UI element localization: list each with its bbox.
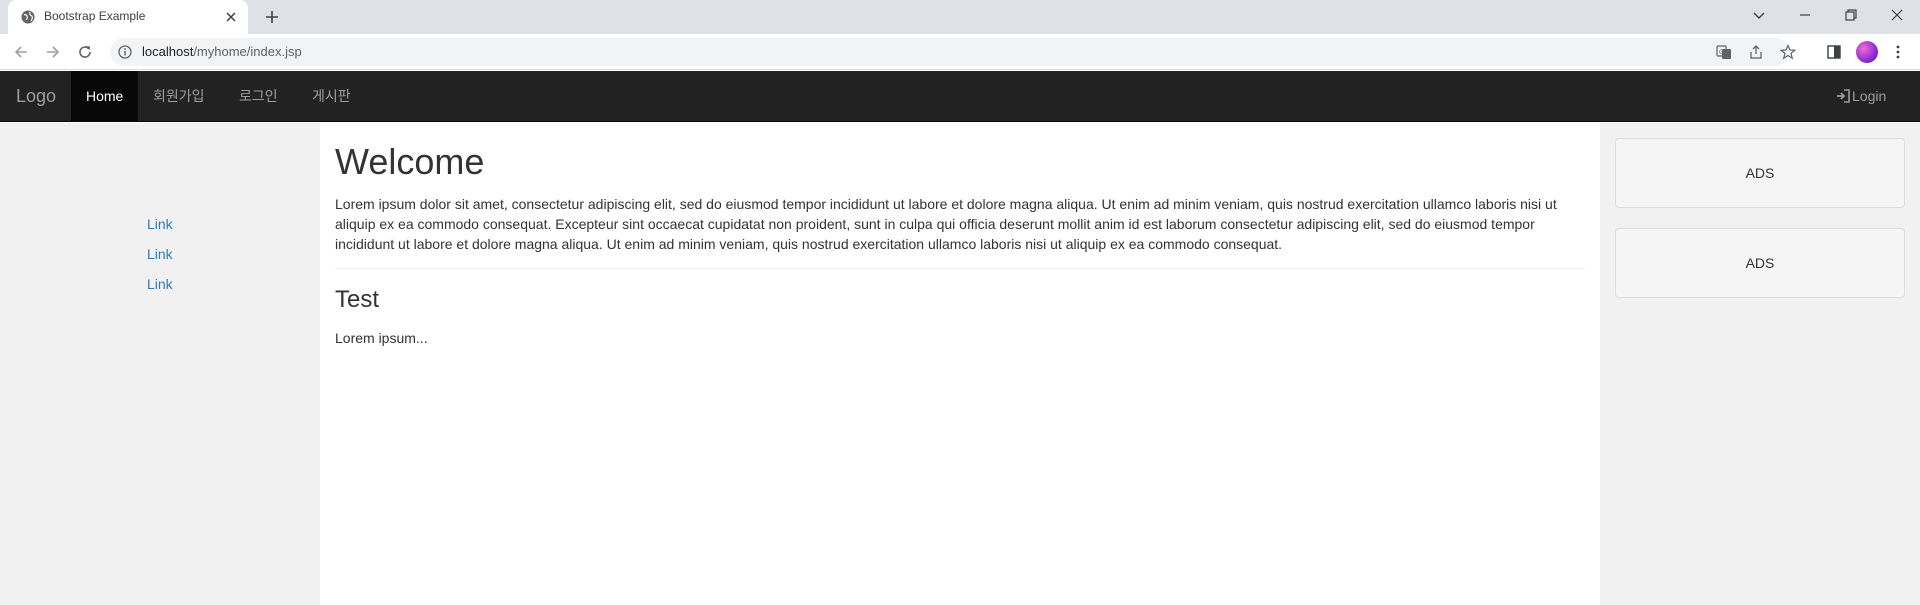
intro-paragraph: Lorem ipsum dolor sit amet, consectetur … [335,196,1557,252]
navbar-brand[interactable]: Logo [16,86,56,107]
reload-icon [79,46,91,58]
right-sidebar: ADS ADS [1600,123,1920,605]
url-text: localhost/myhome/index.jsp [142,44,302,59]
url-host: localhost [142,44,194,59]
minimize-button[interactable] [1792,4,1818,26]
tab-search-button[interactable] [1746,4,1772,26]
bookmark-star-icon[interactable] [1780,44,1796,60]
sidebar-link[interactable]: Link [147,276,173,292]
nav-item-login[interactable]: 로그인 [224,71,293,122]
log-in-icon [1837,89,1850,103]
reload-button[interactable] [73,40,97,64]
svg-text:G: G [1719,49,1724,56]
address-bar[interactable]: localhost/myhome/index.jsp G [110,38,1796,66]
close-window-button[interactable] [1884,4,1910,26]
ad-label: ADS [1745,255,1775,271]
close-icon [1891,9,1903,21]
browser-tab-strip: Bootstrap Example [0,0,1920,34]
arrow-right-icon [47,46,60,58]
arrow-left-icon [14,46,27,58]
ad-label: ADS [1745,165,1775,181]
page-title: Welcome [335,141,485,182]
section-heading: Test [335,286,380,313]
tab-title: Bootstrap Example [44,9,146,23]
chevron-down-icon [1753,12,1765,19]
restore-button[interactable] [1838,4,1864,26]
forward-button[interactable] [41,40,65,64]
nav-item-board[interactable]: 게시판 [297,71,366,122]
main-content: Welcome Lorem ipsum dolor sit amet, cons… [320,123,1600,605]
login-label: Login [1852,88,1887,104]
profile-avatar[interactable] [1856,41,1878,63]
browser-toolbar: localhost/myhome/index.jsp G [0,34,1920,70]
restore-icon [1845,9,1857,21]
browser-tab[interactable]: Bootstrap Example [8,0,248,34]
nav-item-signup[interactable]: 회원가입 [138,71,220,122]
nav-item-home[interactable]: Home [71,71,139,122]
divider [335,268,1585,269]
info-icon[interactable] [118,45,132,59]
ad-panel: ADS [1615,228,1905,298]
share-icon[interactable] [1748,44,1764,60]
ad-panel: ADS [1615,138,1905,208]
page-viewport: Logo Home 회원가입 로그인 게시판 Login Link Link L… [0,71,1920,605]
minimize-icon [1800,14,1810,16]
more-menu-icon[interactable] [1890,44,1906,60]
close-tab-icon[interactable] [222,8,240,26]
section-text: Lorem ipsum... [335,330,428,346]
sidebar-link[interactable]: Link [147,216,173,232]
login-link[interactable]: Login [1836,71,1886,122]
site-navbar: Logo Home 회원가입 로그인 게시판 Login [0,71,1920,122]
back-button[interactable] [9,40,33,64]
side-panel-icon[interactable] [1826,44,1842,60]
url-path: /myhome/index.jsp [193,44,302,59]
translate-icon[interactable]: G [1716,44,1732,60]
new-tab-icon[interactable] [261,6,283,28]
sidebar-link[interactable]: Link [147,246,173,262]
globe-icon [21,10,35,24]
left-sidebar: Link Link Link [0,123,320,605]
